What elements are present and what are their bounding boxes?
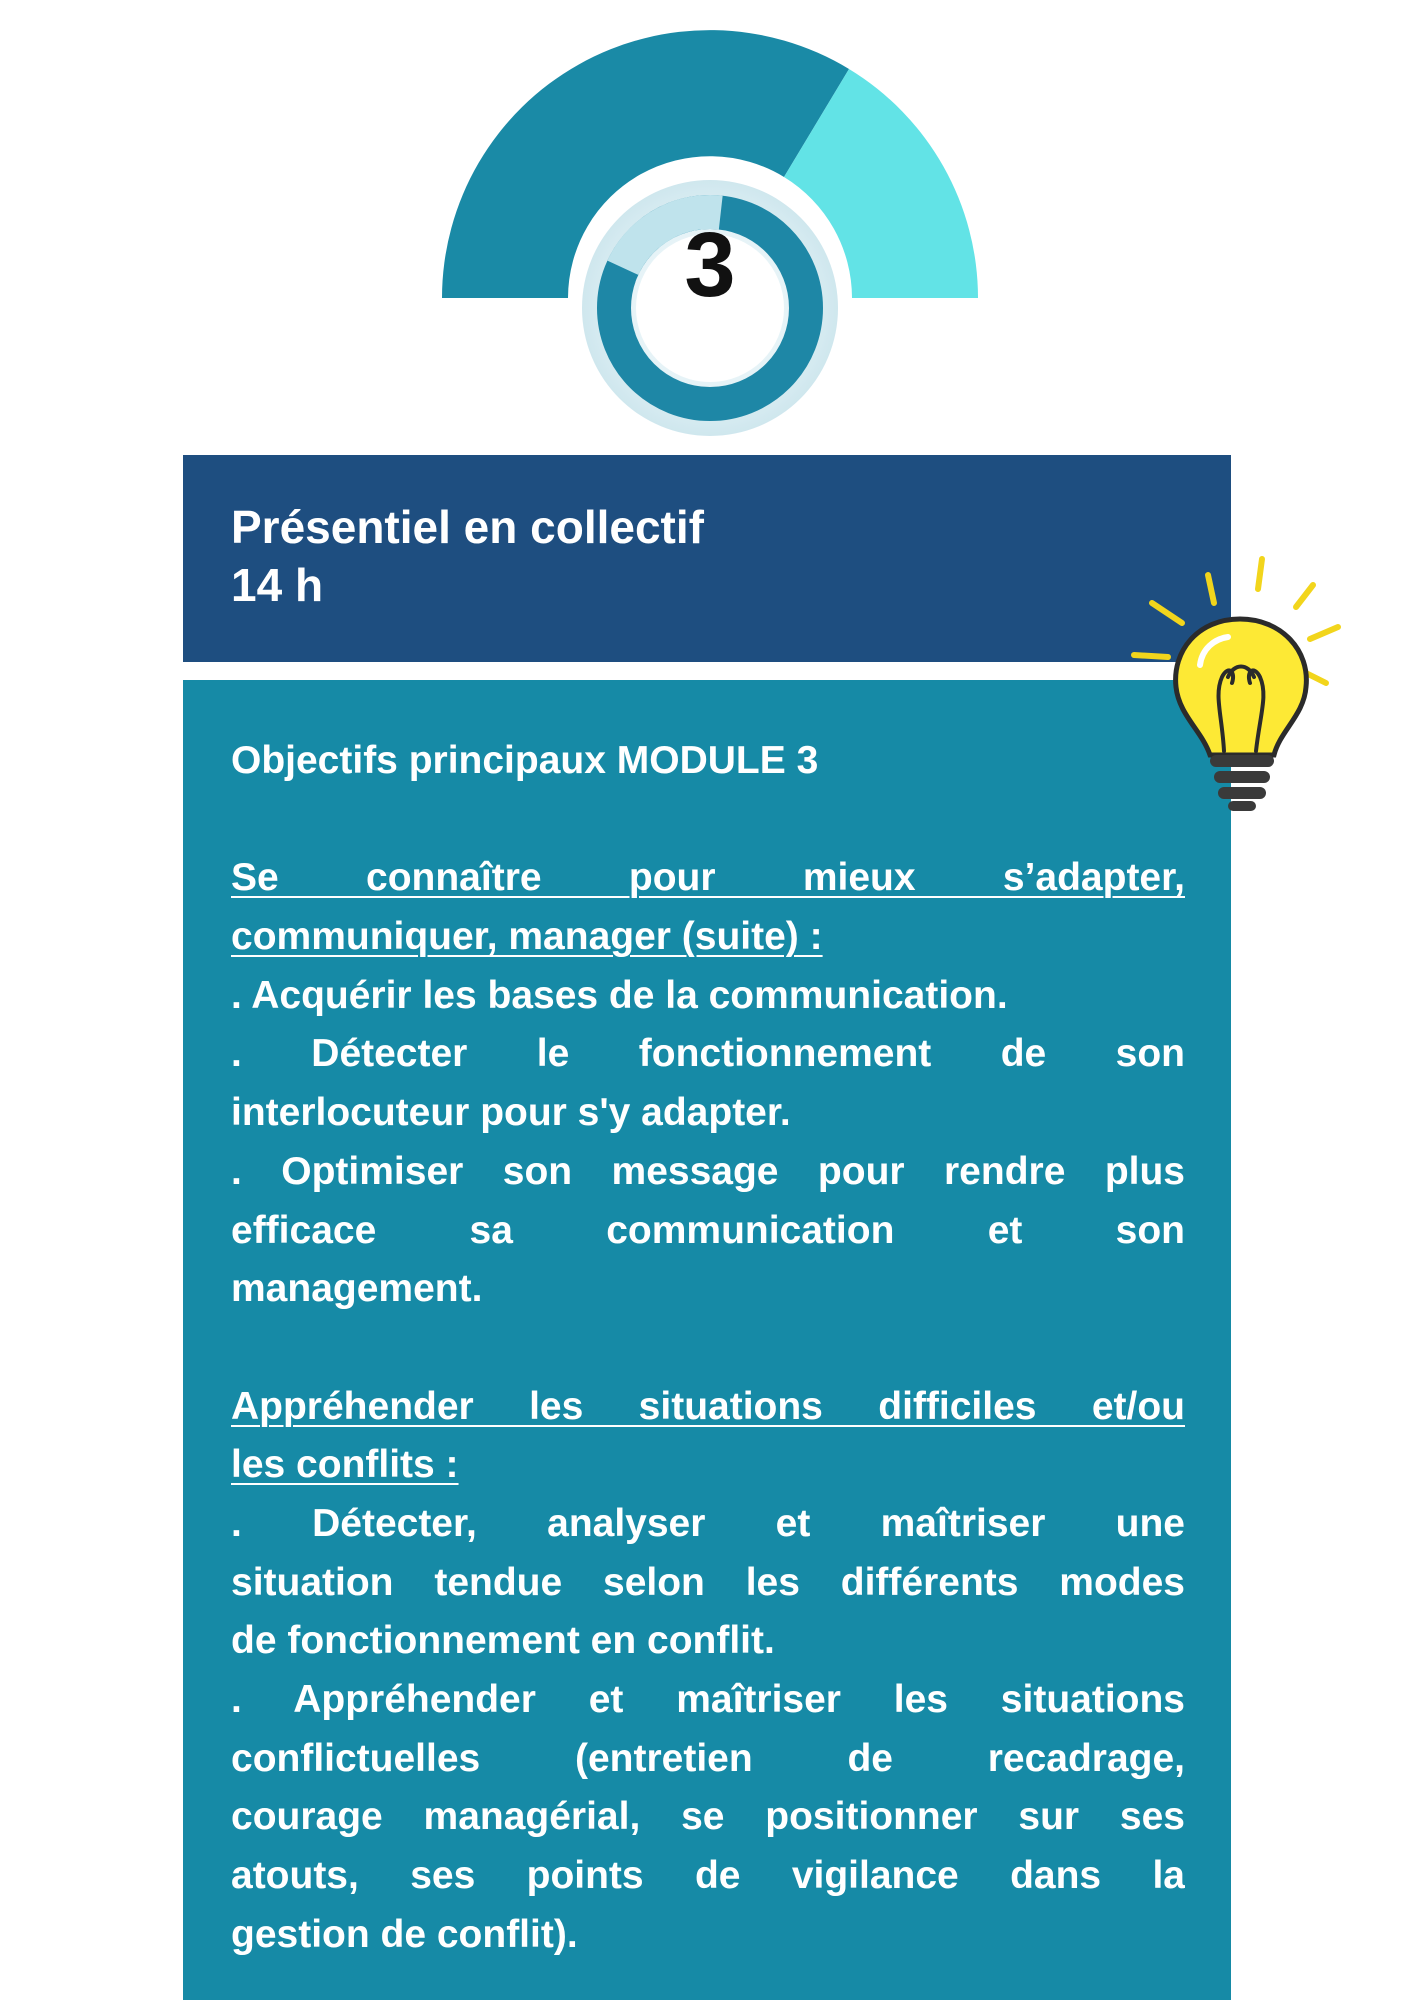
format-label: Présentiel en collectif bbox=[231, 501, 704, 553]
section2-bullet1-end: de fonctionnement en conflit. bbox=[231, 1619, 775, 1663]
section2-bullet2: . Appréhender et maîtriser les situation… bbox=[231, 1678, 1185, 1721]
section1-bullet2: . Détecter le fonctionnement de son bbox=[231, 1032, 1185, 1076]
section2-bullet1-cont: situation tendue selon les différents mo… bbox=[231, 1560, 1185, 1604]
section2-bullet2-end: gestion de conflit). bbox=[231, 1912, 578, 1956]
section1-bullet3: . Optimiser son message pour rendre plus bbox=[231, 1149, 1185, 1193]
section1-bullet2-cont: interlocuteur pour s'y adapter. bbox=[231, 1091, 791, 1135]
section2-bullet2-cont1: conflictuelles (entretien de recadrage, bbox=[231, 1736, 1185, 1780]
section1-bullet3-end: management. bbox=[231, 1267, 483, 1311]
section1-bullet1: . Acquérir les bases de la communication… bbox=[231, 973, 1008, 1017]
section1-heading: Se connaître pour mieux s’adapter, bbox=[231, 856, 1185, 900]
duration-label: 14 h bbox=[231, 559, 324, 611]
header-band: Présentiel en collectif 14 h bbox=[183, 455, 1231, 662]
module-number: 3 bbox=[684, 214, 736, 316]
section2-bullet2-cont2: courage managérial, se positionner sur s… bbox=[231, 1795, 1185, 1839]
objectives-text: Objectifs principaux MODULE 3 Se connaît… bbox=[231, 732, 1185, 1964]
objectives-panel: Objectifs principaux MODULE 3 Se connaît… bbox=[183, 680, 1231, 2000]
section2-heading-cont: les conflits : bbox=[231, 1443, 459, 1487]
section1-heading-cont: communiquer, manager (suite) : bbox=[231, 915, 823, 959]
section2-bullet1: . Détecter, analyser et maîtriser une bbox=[231, 1501, 1185, 1545]
section1-bullet3-cont: efficace sa communication et son bbox=[231, 1208, 1185, 1252]
bulb-glass bbox=[1173, 616, 1309, 758]
section2-bullet2-cont3: atouts, ses points de vigilance dans la bbox=[231, 1854, 1185, 1898]
lightbulb-icon bbox=[1131, 556, 1341, 811]
objectives-title: Objectifs principaux MODULE 3 bbox=[231, 739, 819, 782]
section2-heading: Appréhender les situations difficiles et… bbox=[231, 1384, 1185, 1428]
